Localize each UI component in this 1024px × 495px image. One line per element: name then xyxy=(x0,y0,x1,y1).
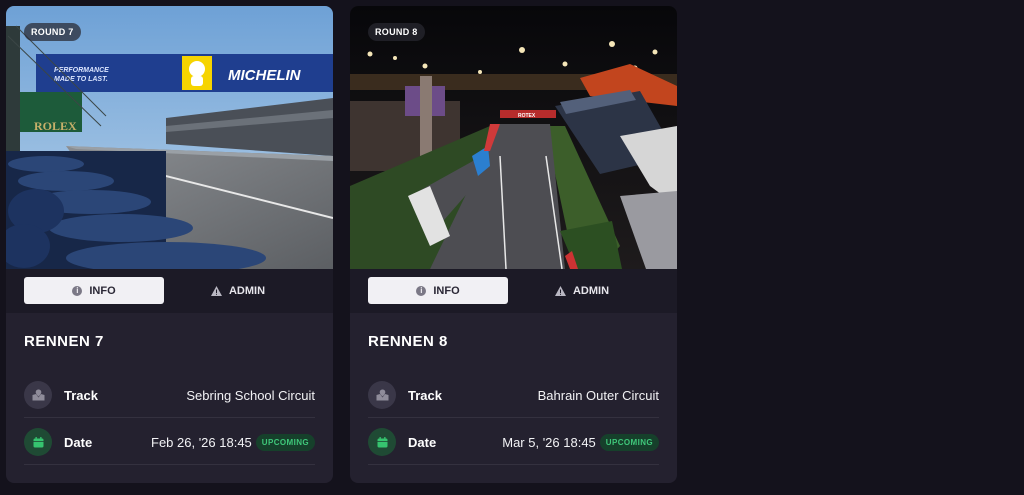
warning-icon xyxy=(554,285,566,296)
info-icon: i xyxy=(416,285,427,296)
track-label: Track xyxy=(64,387,98,403)
tab-admin-label: ADMIN xyxy=(572,284,610,297)
status-badge: UPCOMING xyxy=(599,433,659,451)
track-image-bahrain: ROTEX ROUND 8 xyxy=(350,6,677,269)
tab-admin[interactable]: ADMIN xyxy=(512,277,652,304)
round-badge: ROUND 7 xyxy=(24,23,81,41)
track-label: Track xyxy=(408,387,442,403)
card-tabs: i INFO ADMIN xyxy=(6,269,333,313)
date-row: Date Feb 26, '26 18:45 UPCOMING xyxy=(24,420,315,465)
tab-admin[interactable]: ADMIN xyxy=(168,277,308,304)
date-label: Date xyxy=(64,434,93,450)
date-row: Date Mar 5, '26 18:45 UPCOMING xyxy=(368,420,659,465)
event-card-round-8: ROTEX ROUND 8 i INFO ADMIN RENNEN 8 Trac… xyxy=(350,6,677,483)
tab-info[interactable]: i INFO xyxy=(24,277,164,304)
date-value-group: Feb 26, '26 18:45 UPCOMING xyxy=(151,433,315,451)
track-row: Track Sebring School Circuit xyxy=(24,373,315,418)
round-badge: ROUND 8 xyxy=(368,23,425,41)
tab-info[interactable]: i INFO xyxy=(368,277,508,304)
calendar-icon xyxy=(368,428,396,456)
map-icon xyxy=(368,381,396,409)
tab-admin-label: ADMIN xyxy=(228,284,266,297)
status-badge: UPCOMING xyxy=(255,433,315,451)
info-icon: i xyxy=(72,285,83,296)
date-value: Feb 26, '26 18:45 xyxy=(151,434,252,450)
track-row: Track Bahrain Outer Circuit xyxy=(368,373,659,418)
banner-tagline-2: MADE TO LAST. xyxy=(54,76,108,83)
track-value: Sebring School Circuit xyxy=(186,387,315,403)
tab-info-label: INFO xyxy=(433,284,460,297)
map-icon xyxy=(24,381,52,409)
track-image-sebring: PERFORMANCE MADE TO LAST. MICHELIN ROLEX… xyxy=(6,6,333,269)
track-value: Bahrain Outer Circuit xyxy=(537,387,659,403)
event-title: RENNEN 8 xyxy=(368,333,448,350)
event-card-round-7: PERFORMANCE MADE TO LAST. MICHELIN ROLEX… xyxy=(6,6,333,483)
tab-info-label: INFO xyxy=(89,284,116,297)
date-label: Date xyxy=(408,434,437,450)
card-tabs: i INFO ADMIN xyxy=(350,269,677,313)
event-title: RENNEN 7 xyxy=(24,333,104,350)
gantry-text: ROTEX xyxy=(518,113,536,119)
warning-icon xyxy=(210,285,222,296)
date-value: Mar 5, '26 18:45 xyxy=(502,434,596,450)
side-brand: ROLEX xyxy=(34,119,77,133)
calendar-icon xyxy=(24,428,52,456)
banner-brand: MICHELIN xyxy=(228,67,302,84)
date-value-group: Mar 5, '26 18:45 UPCOMING xyxy=(502,433,659,451)
